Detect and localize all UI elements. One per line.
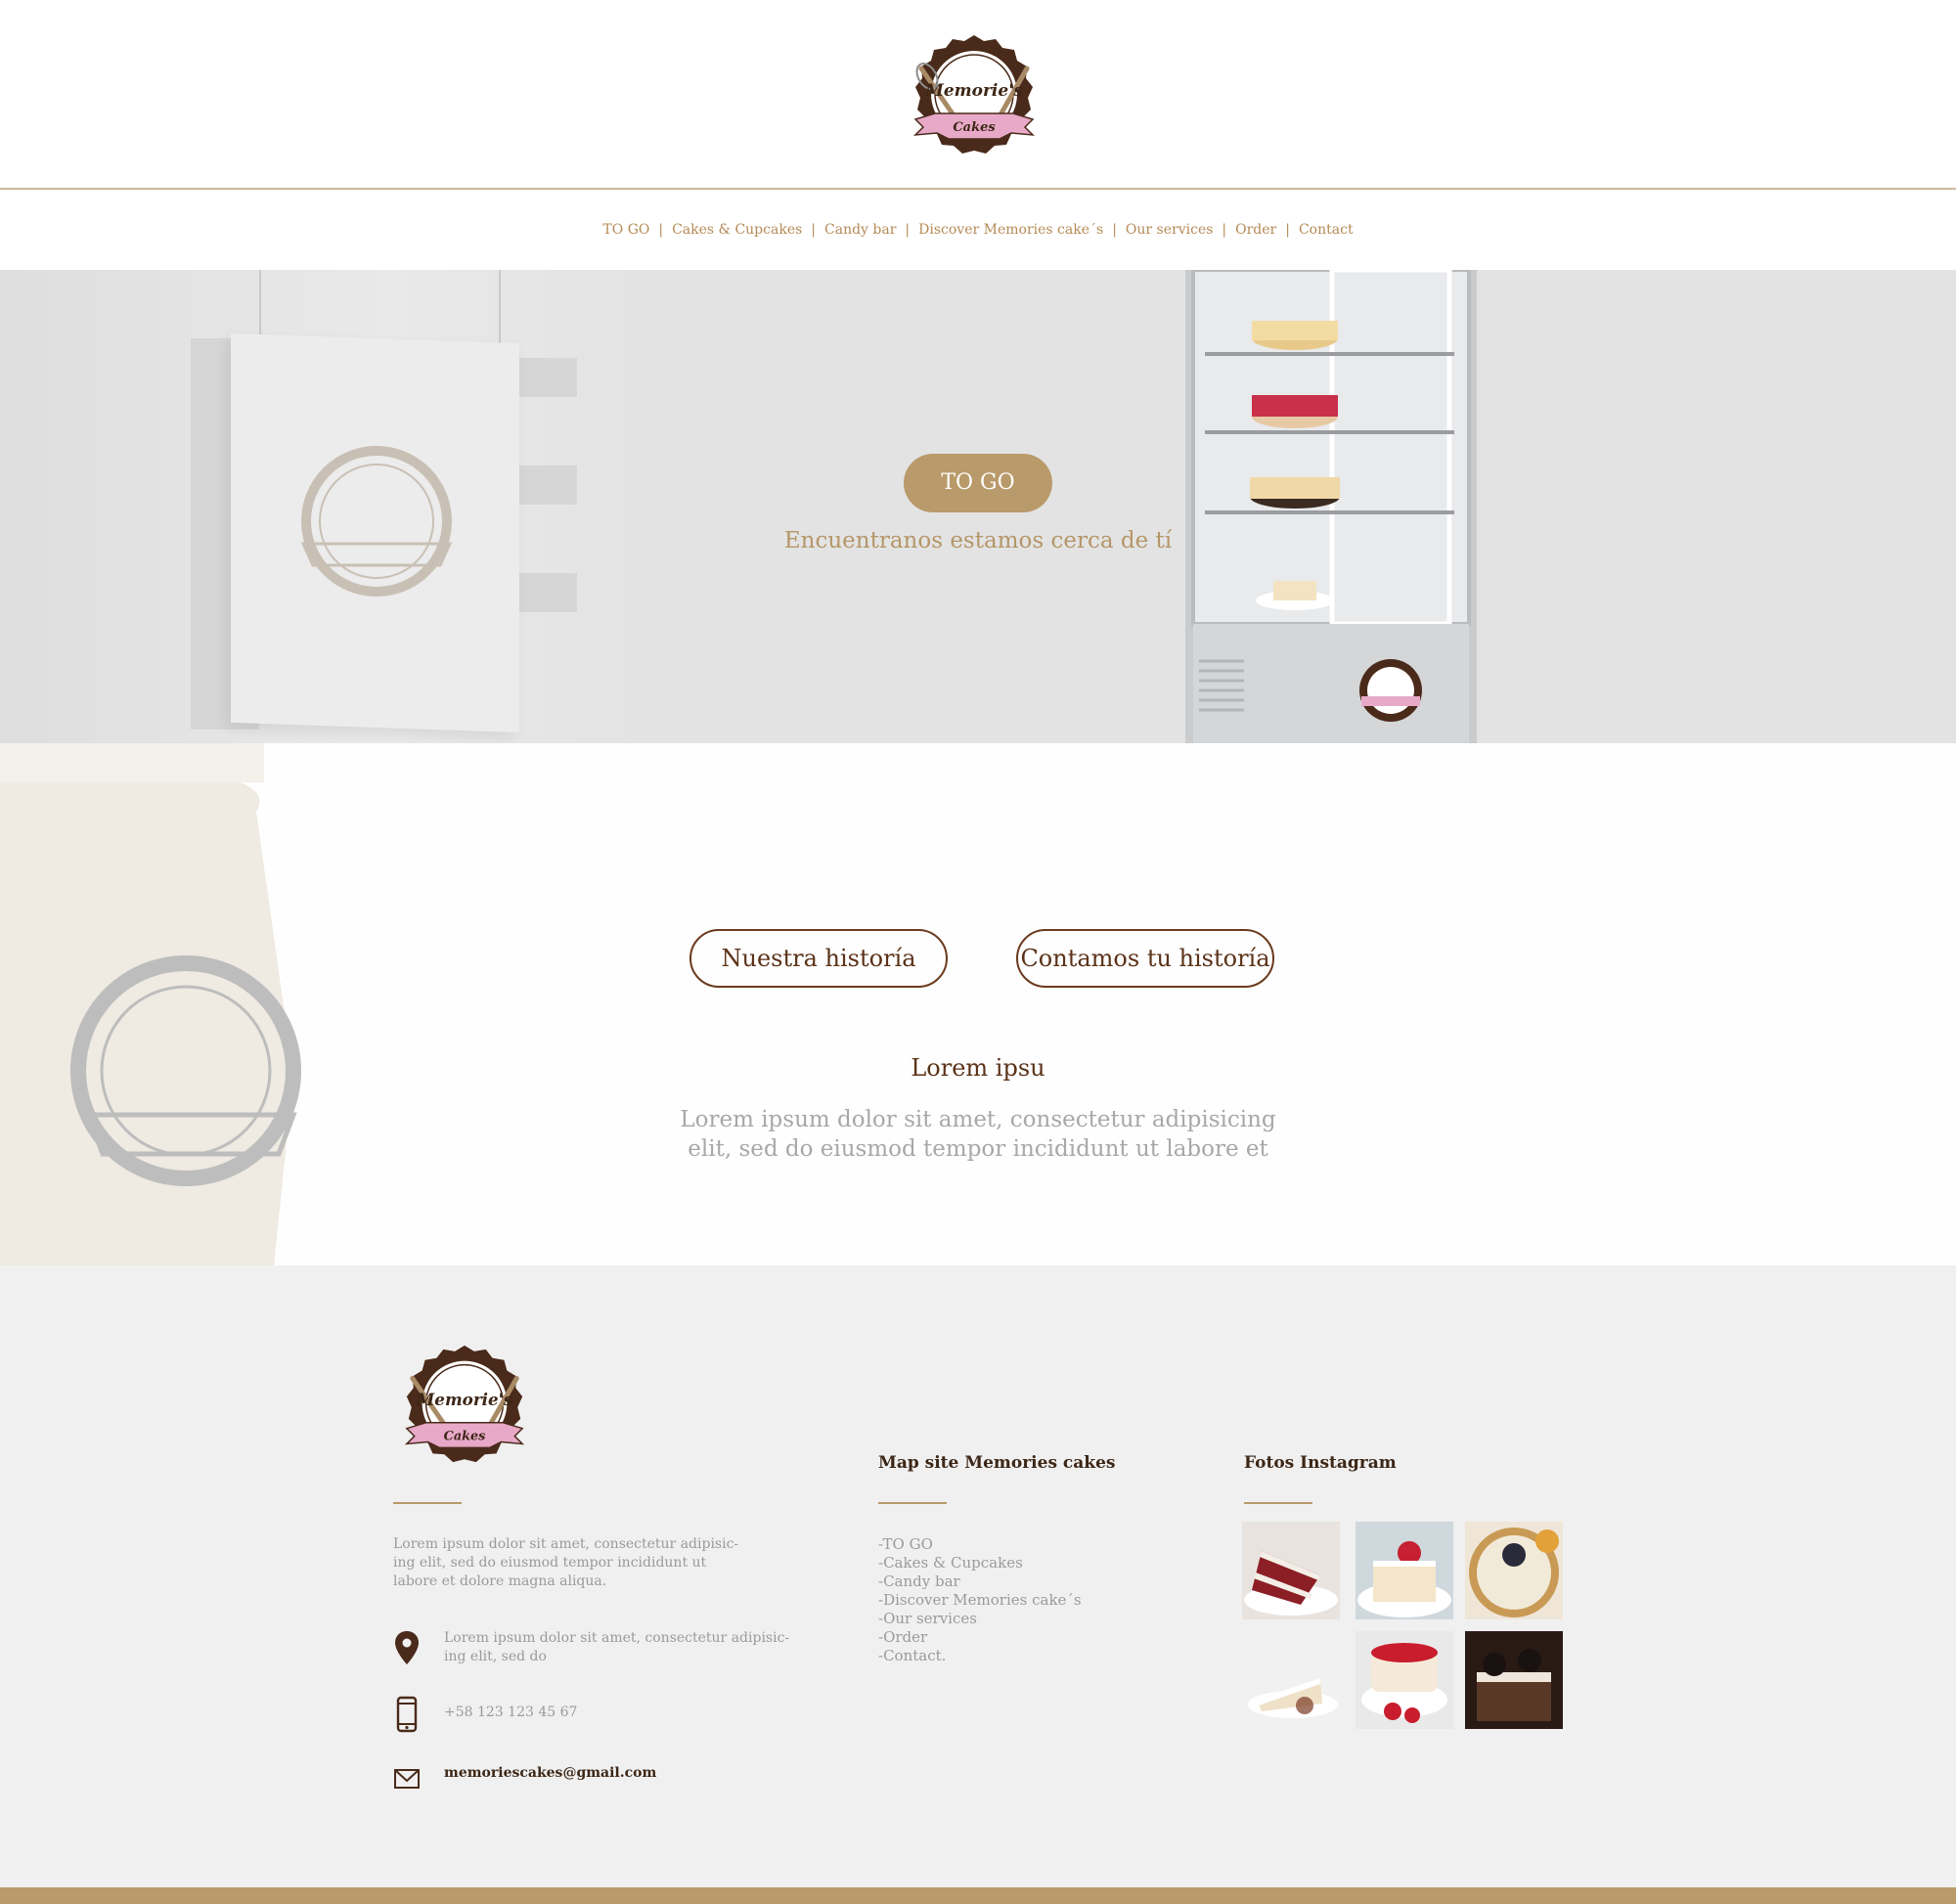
tell-your-story-button[interactable]: Contamos tu historía — [1016, 929, 1274, 988]
instagram-heading-rule — [1244, 1502, 1312, 1504]
hero-cta: TO GO Encuentranos estamos cerca de tí — [773, 454, 1183, 553]
story-title: Lorem ipsu — [911, 1054, 1045, 1082]
our-story-button[interactable]: Nuestra historía — [689, 929, 948, 988]
nav-item-order[interactable]: Order — [1235, 222, 1276, 238]
instagram-photo-white-cake[interactable] — [1242, 1631, 1340, 1729]
logo-text-top: Memorie's — [924, 81, 1023, 101]
map-link-contact[interactable]: -Contact. — [878, 1647, 1082, 1665]
footer-logo-text-bottom: Cakes — [444, 1430, 486, 1444]
instagram-photo-strawberry-shortcake[interactable] — [1356, 1631, 1453, 1729]
map-link-candy-bar[interactable]: -Candy bar — [878, 1572, 1082, 1591]
instagram-photo-red-velvet[interactable] — [1242, 1522, 1340, 1619]
map-link-order[interactable]: -Order — [878, 1628, 1082, 1647]
footer-logo-text-top: Memorie's — [416, 1390, 513, 1409]
footer-address: Lorem ipsum dolor sit amet, consectetur … — [444, 1630, 790, 1664]
nav-item-our-services[interactable]: Our services — [1126, 222, 1214, 238]
hero-subtitle: Encuentranos estamos cerca de tí — [783, 528, 1173, 553]
location-pin-icon — [395, 1631, 419, 1664]
footer-logo[interactable]: Memorie's Cakes — [391, 1340, 538, 1475]
footer-bottom-bar — [0, 1887, 1956, 1904]
sign-logo-watermark — [300, 446, 453, 597]
paper-bag-image — [0, 743, 301, 1265]
main-nav: TO GO | Cakes & Cupcakes | Candy bar | D… — [0, 190, 1956, 270]
map-site-heading: Map site Memories cakes — [878, 1453, 1116, 1473]
story-section: Nuestra historía Contamos tu historía Lo… — [0, 743, 1956, 1265]
cake-display-fridge-image — [1185, 270, 1477, 743]
nav-separator: | — [1112, 222, 1117, 238]
hero-sign-photo — [0, 270, 645, 743]
footer-rule — [393, 1502, 462, 1504]
instagram-photo-chocolate-oreo[interactable] — [1465, 1631, 1563, 1729]
footer-email[interactable]: memoriescakes@gmail.com — [444, 1764, 796, 1783]
nav-separator: | — [658, 222, 664, 238]
nav-item-to-go[interactable]: TO GO — [602, 222, 649, 238]
nav-separator: | — [1222, 222, 1227, 238]
mail-icon — [394, 1769, 420, 1789]
sign-chain — [499, 270, 501, 348]
address-row — [393, 1629, 421, 1666]
map-link-to-go[interactable]: -TO GO — [878, 1535, 1082, 1554]
nav-item-discover[interactable]: Discover Memories cake´s — [918, 222, 1103, 238]
email-row — [393, 1760, 421, 1797]
map-link-cakes-cupcakes[interactable]: -Cakes & Cupcakes — [878, 1554, 1082, 1572]
map-heading-rule — [878, 1502, 947, 1504]
nav-item-cakes-cupcakes[interactable]: Cakes & Cupcakes — [672, 222, 802, 238]
memories-cakes-logo[interactable]: Memorie's Cakes — [902, 29, 1046, 166]
phone-icon — [396, 1696, 418, 1733]
nav-separator: | — [811, 222, 817, 238]
to-go-button[interactable]: TO GO — [904, 454, 1052, 512]
nav-item-candy-bar[interactable]: Candy bar — [824, 222, 896, 238]
hero-banner: TO GO Encuentranos estamos cerca de tí — [0, 270, 1956, 743]
footer-phone[interactable]: +58 123 123 45 67 — [444, 1704, 796, 1722]
logo-text-bottom: Cakes — [953, 120, 996, 135]
site-header: Memorie's Cakes — [0, 0, 1956, 190]
nav-separator: | — [1285, 222, 1290, 238]
instagram-heading: Fotos Instagram — [1244, 1453, 1397, 1473]
instagram-photo-tres-leches[interactable] — [1356, 1522, 1453, 1619]
nav-item-contact[interactable]: Contact — [1299, 222, 1354, 238]
nav-separator: | — [905, 222, 911, 238]
map-link-our-services[interactable]: -Our services — [878, 1610, 1082, 1628]
story-text: Lorem ipsum dolor sit amet, consectetur … — [680, 1107, 1276, 1162]
site-footer: Memorie's Cakes Lorem ipsum dolor sit am… — [0, 1265, 1956, 1887]
phone-row — [393, 1696, 421, 1733]
instagram-photo-blueberry-tart[interactable] — [1465, 1522, 1563, 1619]
map-link-discover[interactable]: -Discover Memories cake´s — [878, 1591, 1082, 1610]
footer-about-text: Lorem ipsum dolor sit amet, consectetur … — [393, 1536, 739, 1589]
map-site-list: -TO GO -Cakes & Cupcakes -Candy bar -Dis… — [878, 1535, 1082, 1665]
